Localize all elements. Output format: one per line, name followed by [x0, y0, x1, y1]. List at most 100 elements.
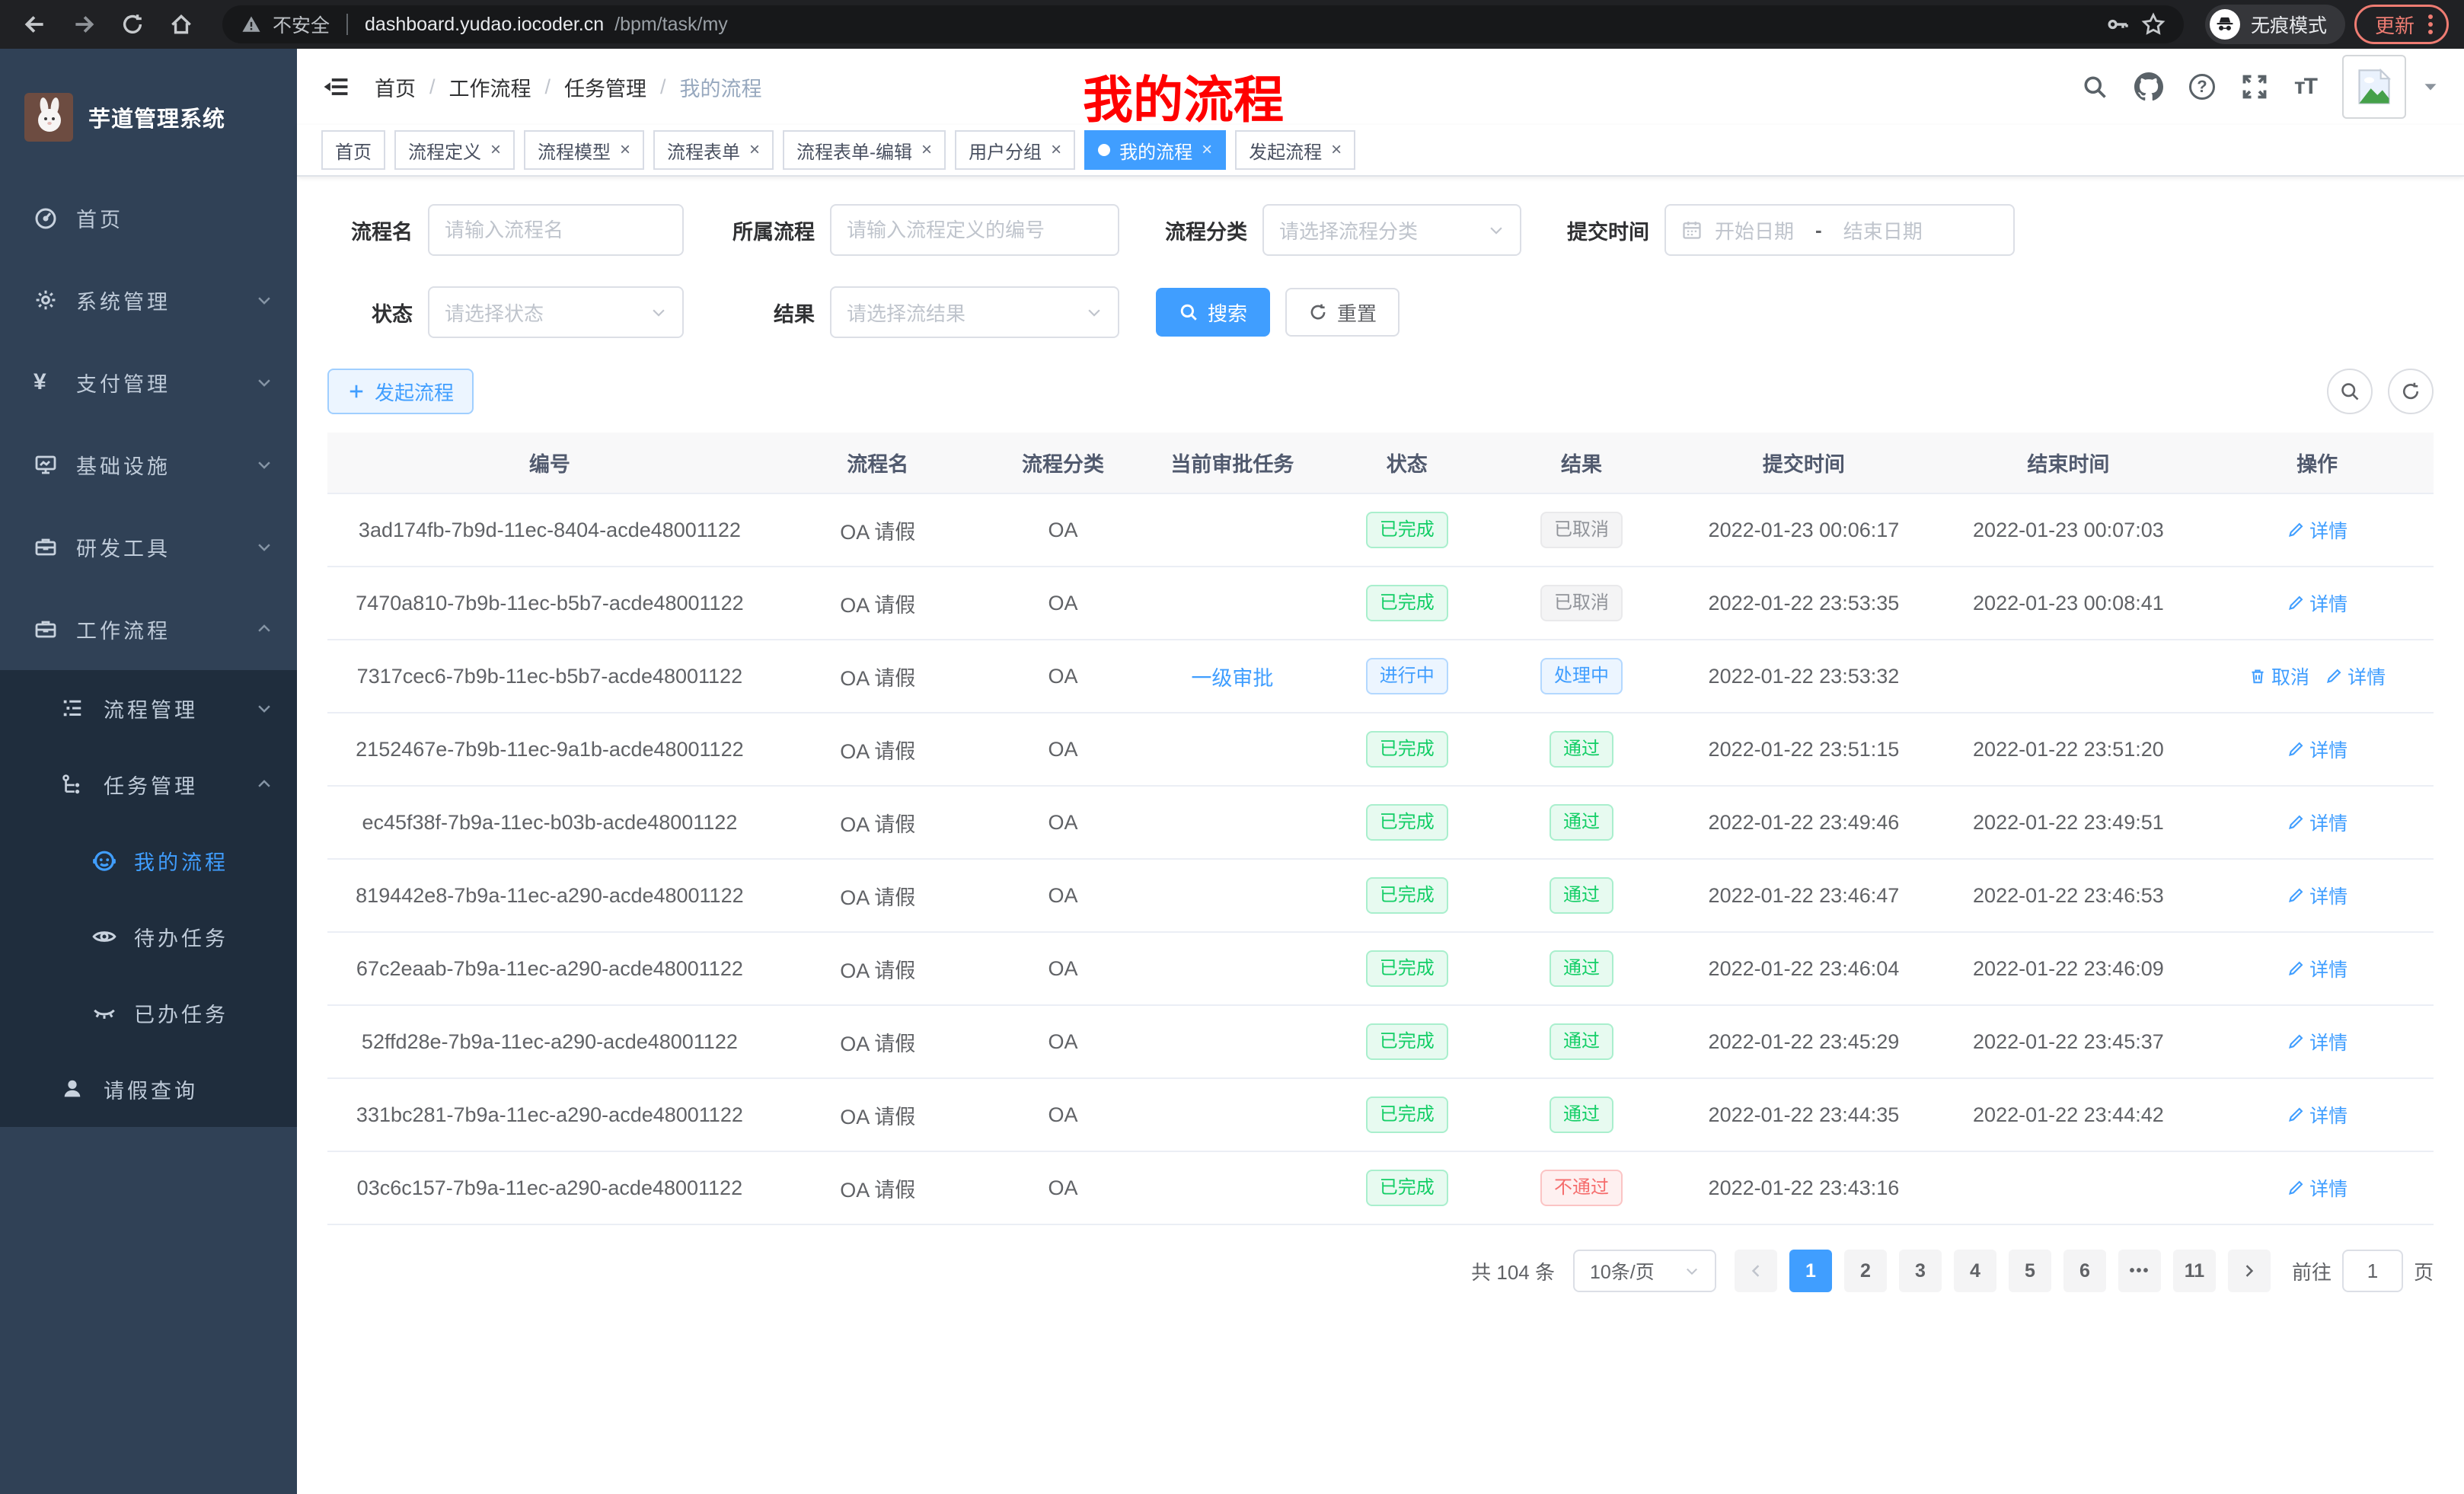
detail-link[interactable]: 详情 [2287, 809, 2348, 836]
help-icon[interactable]: ? [2189, 74, 2215, 100]
tab-my-process[interactable]: 我的流程× [1084, 130, 1226, 170]
search-icon[interactable] [2081, 73, 2108, 101]
cell-id: ec45f38f-7b9a-11ec-b03b-acde48001122 [327, 786, 772, 859]
breadcrumb-task-mgmt[interactable]: 任务管理 [564, 72, 646, 102]
toggle-search-button[interactable] [2327, 369, 2373, 414]
tab-process-form[interactable]: 流程表单× [653, 130, 774, 170]
close-icon[interactable]: × [1051, 141, 1061, 159]
page-button-2[interactable]: 2 [1844, 1250, 1887, 1292]
process-name-input[interactable] [428, 204, 684, 256]
col-current-task: 当前审批任务 [1142, 433, 1322, 493]
sidebar-item-payment[interactable]: ¥ 支付管理 [0, 341, 297, 423]
close-icon[interactable]: × [620, 141, 630, 159]
submit-time-range-picker[interactable]: 开始日期 - 结束日期 [1664, 204, 2015, 256]
caret-down-icon[interactable] [2421, 78, 2440, 96]
refresh-table-button[interactable] [2388, 369, 2434, 414]
forward-icon[interactable] [64, 5, 104, 44]
tab-process-definition[interactable]: 流程定义× [394, 130, 515, 170]
update-button[interactable]: 更新 [2354, 5, 2449, 44]
sidebar-item-infra[interactable]: 基础设施 [0, 423, 297, 506]
col-result: 结果 [1492, 433, 1671, 493]
security-label[interactable]: 不安全 [273, 11, 330, 38]
start-process-button[interactable]: 发起流程 [327, 369, 474, 414]
detail-link[interactable]: 详情 [2287, 736, 2348, 763]
detail-link[interactable]: 详情 [2287, 1028, 2348, 1055]
sidebar-item-system[interactable]: 系统管理 [0, 259, 297, 341]
tab-user-group[interactable]: 用户分组× [955, 130, 1075, 170]
sidebar-item-devtools[interactable]: 研发工具 [0, 506, 297, 588]
result-select[interactable]: 请选择流结果 [830, 286, 1119, 338]
incognito-icon [2210, 9, 2240, 40]
cell-actions: 详情 [2201, 1151, 2434, 1224]
process-def-input[interactable] [830, 204, 1119, 256]
table-row: ec45f38f-7b9a-11ec-b03b-acde48001122 OA … [327, 786, 2434, 859]
tab-process-model[interactable]: 流程模型× [524, 130, 644, 170]
page-size-select[interactable]: 10条/页 [1573, 1250, 1716, 1292]
update-label: 更新 [2375, 11, 2415, 39]
avatar[interactable] [2342, 55, 2406, 119]
tab-home[interactable]: 首页 [321, 130, 385, 170]
password-key-icon[interactable] [2106, 12, 2130, 37]
breadcrumb-home[interactable]: 首页 [375, 72, 416, 102]
home-icon[interactable] [161, 5, 201, 44]
next-page-button[interactable] [2228, 1250, 2271, 1292]
page-button-11[interactable]: 11 [2173, 1250, 2216, 1292]
page-button-4[interactable]: 4 [1954, 1250, 1996, 1292]
browser-menu-icon[interactable] [2428, 14, 2433, 34]
cell-task [1142, 859, 1322, 932]
reload-icon[interactable] [113, 5, 152, 44]
sidebar-item-home[interactable]: 首页 [0, 177, 297, 259]
approval-task-link[interactable]: 一级审批 [1191, 667, 1273, 690]
font-size-icon[interactable]: тT [2294, 74, 2316, 100]
tab-start-process[interactable]: 发起流程× [1235, 130, 1355, 170]
gear-icon [34, 288, 58, 312]
reset-button[interactable]: 重置 [1285, 288, 1400, 337]
detail-link[interactable]: 详情 [2287, 955, 2348, 982]
sidebar-item-done-tasks[interactable]: 已办任务 [0, 975, 297, 1051]
sidebar-collapse-icon[interactable] [321, 72, 350, 101]
cell-id: 7470a810-7b9b-11ec-b5b7-acde48001122 [327, 567, 772, 640]
sidebar-item-my-process[interactable]: 我的流程 [0, 822, 297, 899]
category-select[interactable]: 请选择流程分类 [1262, 204, 1521, 256]
breadcrumb-workflow[interactable]: 工作流程 [449, 72, 531, 102]
tab-process-form-edit[interactable]: 流程表单-编辑× [783, 130, 946, 170]
cell-name: OA 请假 [772, 932, 984, 1005]
page-button-1[interactable]: 1 [1789, 1250, 1832, 1292]
status-select[interactable]: 请选择状态 [428, 286, 684, 338]
github-icon[interactable] [2134, 72, 2163, 101]
prev-page-button[interactable] [1735, 1250, 1777, 1292]
bookmark-star-icon[interactable] [2141, 12, 2166, 37]
url-bar[interactable]: 不安全 dashboard.yudao.iocoder.cn/bpm/task/… [222, 5, 2184, 43]
close-icon[interactable]: × [749, 141, 760, 159]
sidebar-item-todo-tasks[interactable]: 待办任务 [0, 899, 297, 975]
close-icon[interactable]: × [1331, 141, 1342, 159]
close-icon[interactable]: × [490, 141, 501, 159]
page-button-3[interactable]: 3 [1899, 1250, 1942, 1292]
cell-task [1142, 713, 1322, 786]
detail-link[interactable]: 详情 [2287, 882, 2348, 909]
page-button-6[interactable]: 6 [2063, 1250, 2106, 1292]
more-pages-button[interactable]: ••• [2118, 1250, 2161, 1292]
sidebar-item-leave-query[interactable]: 请假查询 [0, 1051, 297, 1127]
detail-link[interactable]: 详情 [2325, 662, 2386, 690]
app-logo-row[interactable]: 芋道管理系统 [0, 49, 297, 164]
sidebar-item-label: 我的流程 [134, 846, 228, 876]
cancel-link[interactable]: 取消 [2249, 662, 2309, 690]
close-icon[interactable]: × [1202, 141, 1212, 159]
sidebar-item-task-mgmt[interactable]: 任务管理 [0, 746, 297, 822]
detail-link[interactable]: 详情 [2287, 1174, 2348, 1202]
detail-link[interactable]: 详情 [2287, 516, 2348, 544]
browser-toolbar: 不安全 dashboard.yudao.iocoder.cn/bpm/task/… [0, 0, 2464, 49]
back-icon[interactable] [15, 5, 55, 44]
goto-page-input[interactable] [2342, 1250, 2403, 1292]
sidebar-item-process-mgmt[interactable]: 流程管理 [0, 670, 297, 746]
detail-link[interactable]: 详情 [2287, 589, 2348, 617]
cell-actions: 详情 [2201, 859, 2434, 932]
cell-end-time: 2022-01-23 00:07:03 [1936, 493, 2201, 567]
close-icon[interactable]: × [921, 141, 932, 159]
detail-link[interactable]: 详情 [2287, 1101, 2348, 1128]
sidebar-item-workflow[interactable]: 工作流程 [0, 588, 297, 670]
search-button[interactable]: 搜索 [1156, 288, 1270, 337]
fullscreen-icon[interactable] [2241, 73, 2268, 101]
page-button-5[interactable]: 5 [2009, 1250, 2051, 1292]
